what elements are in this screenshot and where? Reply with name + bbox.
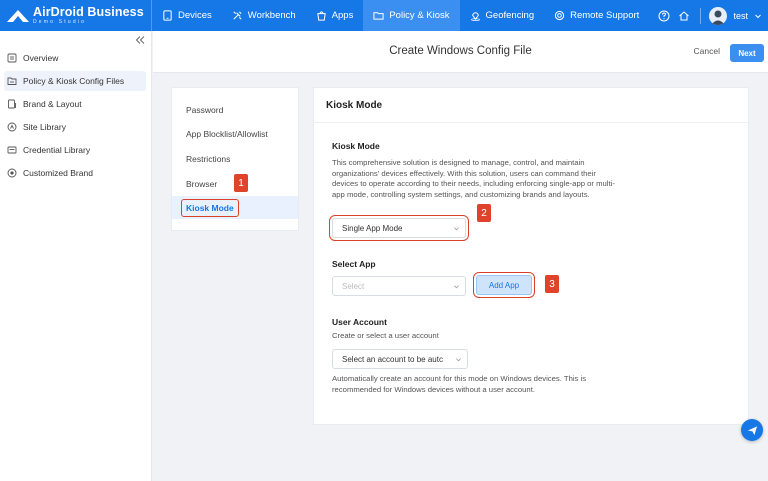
airdroid-logo-icon	[7, 9, 29, 22]
policy-icon	[373, 12, 384, 20]
settings-nav-label: Restrictions	[186, 154, 231, 164]
user-name[interactable]: test	[733, 11, 748, 21]
settings-nav-label: Browser	[186, 179, 218, 189]
settings-nav-password[interactable]: Password	[172, 99, 298, 121]
sidebar: Overview Policy & Kiosk Config Files Bra…	[0, 31, 152, 481]
sidebar-item-config-files[interactable]: Policy & Kiosk Config Files	[4, 71, 146, 91]
panel-divider	[314, 122, 748, 123]
user-account-value: Select an account to be autc	[342, 354, 443, 364]
sidebar-item-label: Policy & Kiosk Config Files	[23, 76, 125, 86]
sidebar-item-site-library[interactable]: Site Library	[4, 117, 146, 137]
brand-layout-icon	[8, 99, 16, 109]
next-button[interactable]: Next	[730, 44, 764, 62]
sidebar-item-label: Site Library	[23, 122, 66, 132]
nav-geofencing-label: Geofencing	[485, 10, 535, 21]
credential-library-icon	[7, 146, 17, 154]
panel-title: Kiosk Mode	[326, 100, 383, 111]
brand-sub: Demo Studio	[33, 18, 87, 25]
toolbar-divider	[700, 7, 702, 24]
step-badge-1: 1	[234, 174, 248, 192]
nav-devices[interactable]: Devices	[152, 0, 222, 31]
settings-nav: Password App Blocklist/Allowlist Restric…	[171, 87, 299, 231]
settings-nav-restrictions[interactable]: Restrictions	[172, 148, 298, 170]
select-app-title: Select App	[332, 259, 376, 269]
sidebar-item-overview[interactable]: Overview	[4, 48, 146, 68]
customized-brand-icon	[7, 168, 17, 178]
sidebar-item-customized-brand[interactable]: Customized Brand	[4, 163, 146, 183]
sidebar-item-label: Credential Library	[23, 145, 91, 155]
avatar-icon	[711, 10, 726, 25]
kiosk-mode-panel: Kiosk Mode Kiosk Mode This comprehensive…	[313, 87, 749, 425]
nav-apps-label: Apps	[331, 10, 354, 21]
user-account-select[interactable]: Select an account to be autc	[332, 349, 468, 369]
page-title: Create Windows Config File	[389, 45, 532, 57]
remote-support-icon	[554, 10, 565, 21]
home-icon[interactable]	[678, 10, 690, 22]
feedback-button[interactable]	[741, 419, 763, 441]
settings-nav-label: Kiosk Mode	[181, 198, 239, 217]
nav-policy-kiosk-label: Policy & Kiosk	[389, 10, 450, 21]
settings-nav-label: Password	[186, 105, 224, 115]
nav-apps[interactable]: Apps	[306, 0, 364, 31]
select-app-dropdown[interactable]: Select	[332, 276, 466, 296]
sidebar-item-label: Customized Brand	[23, 168, 93, 178]
add-app-button[interactable]: Add App	[473, 272, 535, 298]
geofencing-icon	[470, 12, 480, 21]
help-icon[interactable]	[658, 10, 670, 22]
nav-remote-support[interactable]: Remote Support	[544, 0, 649, 31]
settings-nav-app-blocklist[interactable]: App Blocklist/Allowlist	[172, 123, 298, 145]
cancel-button[interactable]: Cancel	[694, 46, 720, 56]
settings-nav-kiosk-mode[interactable]: Kiosk Mode	[172, 196, 298, 219]
apps-icon	[316, 11, 326, 21]
sidebar-item-label: Brand & Layout	[23, 99, 82, 109]
content-header: Create Windows Config File Cancel Next	[153, 31, 768, 73]
user-account-title: User Account	[332, 317, 387, 327]
sidebar-item-brand-layout[interactable]: Brand & Layout	[4, 94, 146, 114]
chevron-down-icon	[454, 285, 459, 289]
nav-remote-support-label: Remote Support	[570, 10, 640, 21]
devices-icon	[163, 10, 172, 21]
nav-policy-kiosk[interactable]: Policy & Kiosk	[363, 0, 460, 31]
step-badge-2: 2	[477, 204, 491, 222]
top-right-tools: test	[658, 0, 768, 31]
site-library-icon	[7, 122, 17, 132]
chevron-down-icon	[454, 227, 459, 231]
brand-name: AirDroid Business	[33, 5, 144, 20]
kiosk-mode-select[interactable]: Single App Mode	[329, 215, 469, 241]
nav-workbench-label: Workbench	[247, 10, 296, 21]
select-app-placeholder: Select	[342, 281, 365, 291]
config-files-icon	[7, 77, 17, 85]
top-navigation-bar: AirDroid Business Demo Studio Devices Wo…	[0, 0, 768, 31]
brand-logo[interactable]: AirDroid Business Demo Studio	[0, 0, 152, 31]
sidebar-item-credential-library[interactable]: Credential Library	[4, 140, 146, 160]
kiosk-mode-section-title: Kiosk Mode	[332, 141, 380, 151]
chevron-down-icon[interactable]	[754, 12, 762, 20]
chevron-down-icon	[456, 358, 461, 362]
user-account-subtitle: Create or select a user account	[332, 331, 439, 340]
overview-icon	[7, 53, 17, 63]
nav-workbench[interactable]: Workbench	[222, 0, 306, 31]
collapse-sidebar-icon[interactable]	[135, 35, 145, 45]
kiosk-mode-value: Single App Mode	[342, 223, 403, 233]
sidebar-item-label: Overview	[23, 53, 59, 63]
step-badge-3: 3	[545, 275, 559, 293]
nav-devices-label: Devices	[178, 10, 212, 21]
user-account-note: Automatically create an account for this…	[332, 374, 587, 394]
main-nav: Devices Workbench Apps Policy & Kiosk Ge…	[152, 0, 649, 31]
nav-geofencing[interactable]: Geofencing	[460, 0, 545, 31]
kiosk-mode-description: This comprehensive solution is designed …	[332, 158, 615, 199]
workbench-icon	[233, 11, 242, 20]
send-icon	[747, 425, 757, 435]
user-avatar[interactable]	[709, 6, 728, 25]
settings-nav-label: App Blocklist/Allowlist	[186, 129, 268, 139]
